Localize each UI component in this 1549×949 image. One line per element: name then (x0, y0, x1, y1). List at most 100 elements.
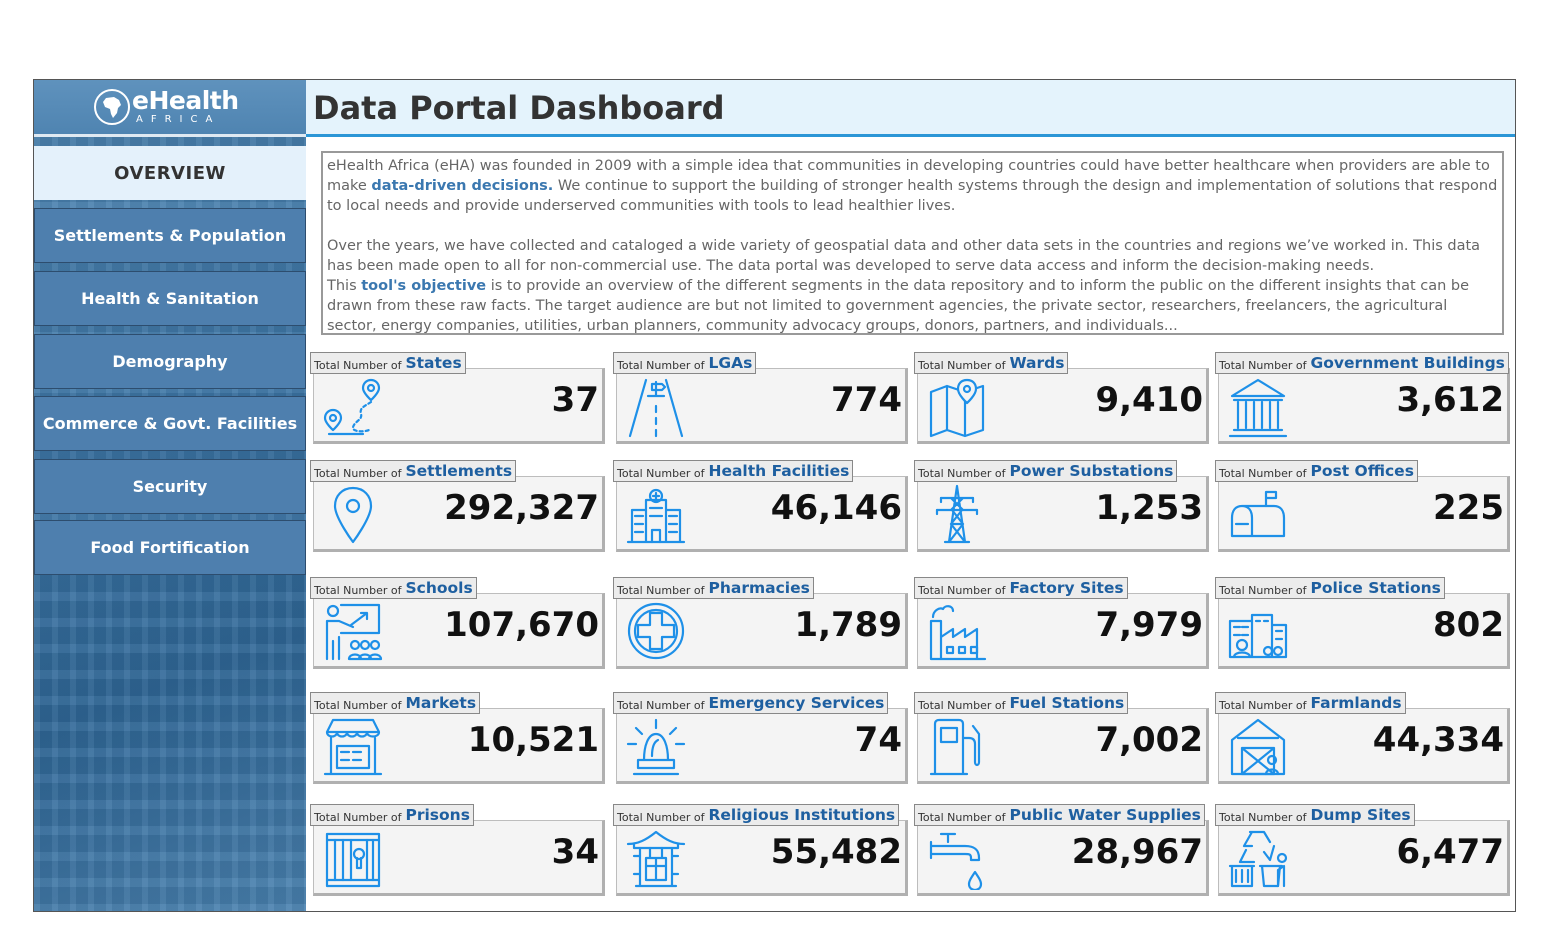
stat-card-label: Total Number of Farmlands (1215, 692, 1406, 714)
stat-card-name: Wards (1009, 354, 1065, 372)
stat-card-religious-institutions[interactable]: Total Number of Religious Institutions 55,… (613, 804, 908, 896)
stat-card-schools[interactable]: Total Number of Schools 107,670 (310, 577, 605, 669)
stat-card-fuel-stations[interactable]: Total Number of Fuel Stations 7,002 (914, 692, 1209, 784)
stat-card-name: Settlements (405, 462, 513, 480)
stat-card-farmlands[interactable]: Total Number of Farmlands 44,334 (1215, 692, 1510, 784)
recycling-bins-icon (1227, 828, 1289, 890)
stat-card-prefix: Total Number of (617, 699, 705, 712)
stat-card-label: Total Number of Emergency Services (613, 692, 889, 714)
stat-card-lgas[interactable]: Total Number of LGAs 774 (613, 352, 908, 444)
fuel-pump-icon (926, 716, 988, 778)
stat-card-public-water-supplies[interactable]: Total Number of Public Water Supplies 28,9… (914, 804, 1209, 896)
stat-card-label: Total Number of Public Water Supplies (914, 804, 1205, 826)
stat-card-prefix: Total Number of (918, 584, 1006, 597)
stat-card-label: Total Number of Power Substations (914, 460, 1178, 482)
ehealth-logo[interactable]: eHealth AFRICA (94, 88, 239, 125)
stat-card-health-facilities[interactable]: Total Number of Health Facilities 46,146 (613, 460, 908, 552)
stat-card-dump-sites[interactable]: Total Number of Dump Sites 6,477 (1215, 804, 1510, 896)
nav-commerce-govt-facilities[interactable]: Commerce & Govt. Facilities (34, 396, 306, 451)
page-header: Data Portal Dashboard (306, 80, 1515, 137)
stat-card-states[interactable]: Total Number of States 37 (310, 352, 605, 444)
stat-card-name: Public Water Supplies (1009, 806, 1201, 824)
stat-card-label: Total Number of Factory Sites (914, 577, 1128, 599)
stat-card-prefix: Total Number of (1219, 584, 1307, 597)
nav-food-fortification[interactable]: Food Fortification (34, 520, 306, 575)
stat-card-value: 46,146 (770, 488, 902, 528)
stat-card-label: Total Number of States (310, 352, 466, 374)
stat-card-label: Total Number of Fuel Stations (914, 692, 1129, 714)
stat-card-prefix: Total Number of (1219, 467, 1307, 480)
stat-card-prefix: Total Number of (314, 811, 402, 824)
stat-card-label: Total Number of LGAs (613, 352, 757, 374)
stat-card-prefix: Total Number of (1219, 359, 1307, 372)
stat-card-prefix: Total Number of (1219, 811, 1307, 824)
stat-card-prefix: Total Number of (314, 467, 402, 480)
page-title: Data Portal Dashboard (313, 89, 725, 127)
stat-card-name: Police Stations (1310, 579, 1441, 597)
nav-demography[interactable]: Demography (34, 334, 306, 389)
stat-card-name: States (405, 354, 462, 372)
stat-card-prefix: Total Number of (314, 699, 402, 712)
desc-highlight: data-driven decisions. (371, 178, 554, 194)
stat-card-markets[interactable]: Total Number of Markets 10,521 (310, 692, 605, 784)
government-building-icon (1227, 376, 1289, 438)
stat-card-prefix: Total Number of (918, 359, 1006, 372)
stat-card-government-buildings[interactable]: Total Number of Government Buildings 3,612 (1215, 352, 1510, 444)
stat-card-prefix: Total Number of (918, 699, 1006, 712)
stat-card-name: Markets (405, 694, 477, 712)
description-paragraph-3: This tool's objective is to provide an o… (327, 276, 1498, 336)
stat-card-emergency-services[interactable]: Total Number of Emergency Services 74 (613, 692, 908, 784)
stat-card-prefix: Total Number of (617, 359, 705, 372)
barn-icon (1227, 716, 1289, 778)
stat-card-prefix: Total Number of (918, 811, 1006, 824)
stat-card-label: Total Number of Schools (310, 577, 477, 599)
desc-highlight: tool's objective (361, 278, 487, 294)
stat-card-wards[interactable]: Total Number of Wards 9,410 (914, 352, 1209, 444)
stat-card-value: 7,979 (1095, 605, 1203, 645)
temple-icon (625, 828, 687, 890)
desc-text: is to provide an overview of the differe… (327, 278, 1470, 334)
stat-card-power-substations[interactable]: Total Number of Power Substations 1,253 (914, 460, 1209, 552)
prison-bars-icon (322, 828, 384, 890)
market-stall-icon (322, 716, 384, 778)
logo-main-text: eHealth (132, 86, 239, 115)
police-station-icon (1227, 601, 1289, 663)
description-paragraph-1: eHealth Africa (eHA) was founded in 2009… (327, 156, 1498, 216)
stat-card-label: Total Number of Health Facilities (613, 460, 854, 482)
stat-card-prisons[interactable]: Total Number of Prisons 34 (310, 804, 605, 896)
stat-card-name: Prisons (405, 806, 470, 824)
stat-card-settlements[interactable]: Total Number of Settlements 292,327 (310, 460, 605, 552)
nav-security[interactable]: Security (34, 459, 306, 514)
stat-card-label: Total Number of Police Stations (1215, 577, 1445, 599)
stat-card-value: 44,334 (1372, 720, 1504, 760)
nav-overview[interactable]: OVERVIEW (34, 146, 306, 200)
stat-card-value: 74 (854, 720, 902, 760)
description-box: eHealth Africa (eHA) was founded in 2009… (321, 151, 1504, 335)
stat-card-name: Factory Sites (1009, 579, 1124, 597)
stat-card-prefix: Total Number of (1219, 699, 1307, 712)
nav-settlements-population[interactable]: Settlements & Population (34, 208, 306, 263)
stat-card-name: Schools (405, 579, 473, 597)
stat-card-pharmacies[interactable]: Total Number of Pharmacies 1,789 (613, 577, 908, 669)
stat-card-value: 292,327 (444, 488, 599, 528)
stat-card-name: LGAs (708, 354, 753, 372)
stat-card-value: 28,967 (1071, 832, 1203, 872)
stat-card-factory-sites[interactable]: Total Number of Factory Sites 7,979 (914, 577, 1209, 669)
stat-card-prefix: Total Number of (617, 811, 705, 824)
water-tap-icon (926, 828, 988, 892)
siren-icon (625, 716, 687, 778)
stat-card-name: Pharmacies (708, 579, 810, 597)
stat-card-post-offices[interactable]: Total Number of Post Offices 225 (1215, 460, 1510, 552)
africa-globe-icon (94, 88, 130, 125)
stat-card-value: 3,612 (1396, 380, 1504, 420)
power-tower-icon (926, 484, 988, 546)
road-sign-icon (625, 376, 687, 438)
stat-card-police-stations[interactable]: Total Number of Police Stations 802 (1215, 577, 1510, 669)
sidebar: eHealth AFRICA OVERVIEW Settlements & Po… (34, 80, 306, 911)
stat-card-value: 9,410 (1095, 380, 1203, 420)
logo-sub-text: AFRICA (136, 114, 221, 125)
medical-cross-icon (625, 601, 687, 663)
stat-card-label: Total Number of Markets (310, 692, 481, 714)
nav-health-sanitation[interactable]: Health & Sanitation (34, 271, 306, 326)
stat-card-value: 34 (551, 832, 599, 872)
